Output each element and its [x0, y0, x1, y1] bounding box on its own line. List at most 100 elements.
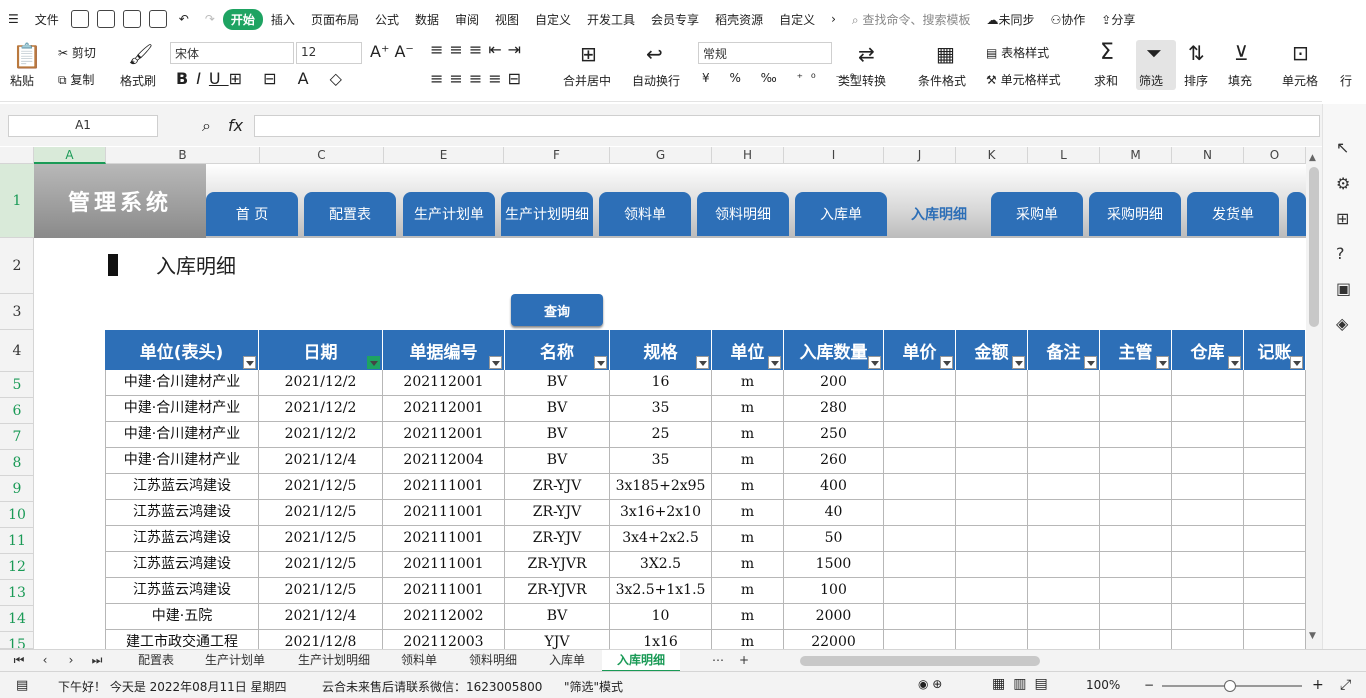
table-cell[interactable]: [1172, 448, 1244, 474]
table-cell[interactable]: [1244, 448, 1306, 474]
brush-icon[interactable]: 🖌: [128, 42, 153, 66]
header-warehouse[interactable]: 仓库: [1172, 330, 1244, 370]
row-4[interactable]: 4: [0, 330, 34, 372]
header-qty[interactable]: 入库数量: [784, 330, 884, 370]
table-cell[interactable]: [1028, 526, 1100, 552]
table-cell[interactable]: [956, 396, 1028, 422]
convert-label[interactable]: 类型转换: [838, 72, 886, 89]
table-cell[interactable]: 202112002: [383, 604, 505, 630]
col-i[interactable]: I: [784, 147, 884, 164]
sheet-tab-plan-detail[interactable]: 生产计划明细: [286, 650, 382, 672]
table-cell[interactable]: [1100, 422, 1172, 448]
sort-label[interactable]: 排序: [1184, 72, 1208, 89]
table-cell[interactable]: [1100, 578, 1172, 604]
table-cell[interactable]: 3x4+2x2.5: [610, 526, 712, 552]
table-cell[interactable]: [1172, 604, 1244, 630]
table-cell[interactable]: [1244, 396, 1306, 422]
table-cell[interactable]: [1028, 604, 1100, 630]
prev-sheet-icon[interactable]: ‹: [36, 650, 54, 672]
header-manager[interactable]: 主管: [1100, 330, 1172, 370]
table-cell[interactable]: BV: [505, 370, 610, 396]
menu-tab-6[interactable]: 视图: [487, 11, 527, 28]
row-5[interactable]: 5: [0, 372, 34, 398]
next-sheet-icon[interactable]: ›: [62, 650, 80, 672]
table-cell[interactable]: 35: [610, 448, 712, 474]
pointer-icon[interactable]: ↖: [1336, 138, 1349, 157]
table-cell[interactable]: [884, 422, 956, 448]
row-7[interactable]: 7: [0, 424, 34, 450]
table-cell[interactable]: 2021/12/5: [259, 552, 383, 578]
table-cell[interactable]: BV: [505, 396, 610, 422]
align-top-icons[interactable]: ≡≡≡⇤⇥: [430, 40, 527, 59]
table-cell[interactable]: 202111001: [383, 552, 505, 578]
undo-icon[interactable]: ↶: [171, 12, 197, 26]
nav-inbound[interactable]: 入库单: [795, 192, 887, 236]
table-cell[interactable]: [1172, 500, 1244, 526]
table-cell[interactable]: BV: [505, 604, 610, 630]
sum-label[interactable]: 求和: [1094, 72, 1118, 89]
table-cell[interactable]: 3x185+2x95: [610, 474, 712, 500]
cell-icon[interactable]: ⊡: [1292, 41, 1309, 65]
table-cell[interactable]: [1172, 422, 1244, 448]
filter-dropdown-icon[interactable]: [1012, 356, 1025, 369]
table-cell[interactable]: 202111001: [383, 474, 505, 500]
vertical-scrollbar[interactable]: ▲ ▼: [1306, 147, 1322, 649]
table-cell[interactable]: 中建·合川建材产业: [105, 396, 259, 422]
zoom-slider-thumb[interactable]: [1224, 680, 1236, 692]
col-c[interactable]: C: [260, 147, 384, 164]
plugin-icon[interactable]: ◈: [1336, 314, 1348, 333]
name-box[interactable]: A1: [8, 115, 158, 137]
table-cell[interactable]: 280: [784, 396, 884, 422]
header-spec[interactable]: 规格: [610, 330, 712, 370]
table-cell[interactable]: BV: [505, 448, 610, 474]
filter-dropdown-icon[interactable]: [868, 356, 881, 369]
table-cell[interactable]: 2021/12/5: [259, 474, 383, 500]
table-cell[interactable]: [1244, 578, 1306, 604]
menu-tab-0[interactable]: 开始: [222, 8, 263, 30]
table-cell[interactable]: [956, 474, 1028, 500]
table-cell[interactable]: [1100, 526, 1172, 552]
table-cell[interactable]: 中建·合川建材产业: [105, 448, 259, 474]
table-cell[interactable]: [1028, 396, 1100, 422]
table-cell[interactable]: [1028, 578, 1100, 604]
table-cell[interactable]: [1100, 474, 1172, 500]
table-cell[interactable]: [956, 604, 1028, 630]
export-icon[interactable]: [96, 10, 115, 28]
zoom-slider[interactable]: [1162, 680, 1302, 692]
table-cell[interactable]: 中建·合川建材产业: [105, 370, 259, 396]
help-icon[interactable]: ?: [1336, 244, 1345, 263]
filter-active-icon[interactable]: [367, 356, 380, 369]
table-cell[interactable]: [1244, 500, 1306, 526]
col-h[interactable]: H: [712, 147, 784, 164]
menu-tab-2[interactable]: 页面布局: [303, 11, 367, 28]
table-cell[interactable]: [884, 474, 956, 500]
row-8[interactable]: 8: [0, 450, 34, 476]
table-cell[interactable]: 3x2.5+1x1.5: [610, 578, 712, 604]
table-cell[interactable]: ZR-YJVR: [505, 552, 610, 578]
cut-button[interactable]: ✂ 剪切: [58, 44, 96, 61]
table-cell[interactable]: 400: [784, 474, 884, 500]
properties-icon[interactable]: ⊞: [1336, 209, 1349, 228]
table-cell[interactable]: [884, 500, 956, 526]
scroll-down-icon[interactable]: ▼: [1309, 631, 1316, 641]
convert-icon[interactable]: ⇄: [858, 42, 875, 66]
table-cell[interactable]: [884, 604, 956, 630]
row-12[interactable]: 12: [0, 554, 34, 580]
table-cell[interactable]: [956, 448, 1028, 474]
col-g[interactable]: G: [610, 147, 712, 164]
filter-dropdown-icon[interactable]: [1290, 356, 1303, 369]
table-cell[interactable]: 202112001: [383, 422, 505, 448]
header-uom[interactable]: 单位: [712, 330, 784, 370]
cell-label[interactable]: 单元格: [1282, 72, 1318, 89]
table-cell[interactable]: m: [712, 422, 784, 448]
fill-icon[interactable]: ⊻: [1234, 41, 1249, 65]
conditional-format-icon[interactable]: ▦: [936, 42, 955, 66]
formula-input[interactable]: [254, 115, 1320, 137]
fx-icon[interactable]: fx: [228, 116, 243, 135]
table-cell[interactable]: 2021/12/4: [259, 604, 383, 630]
zoom-icon[interactable]: ⌕: [202, 116, 211, 136]
nav-production-plan[interactable]: 生产计划单: [403, 192, 495, 236]
table-cell[interactable]: 中建·合川建材产业: [105, 422, 259, 448]
table-cell[interactable]: ZR-YJV: [505, 526, 610, 552]
table-cell[interactable]: [1100, 396, 1172, 422]
